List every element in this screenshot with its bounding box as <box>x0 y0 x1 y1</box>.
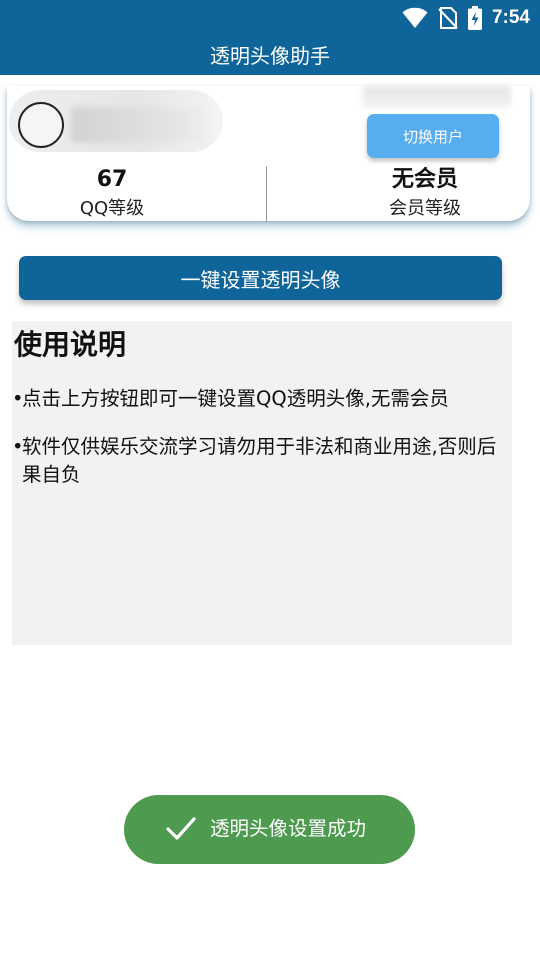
vip-level-label: 会员等级 <box>389 198 461 219</box>
username-redacted <box>71 107 207 143</box>
instruction-text: 软件仅供娱乐交流学习请勿用于非法和商业用途,否则后果自负 <box>22 435 497 486</box>
no-sim-icon <box>438 7 458 29</box>
wifi-icon <box>402 7 428 29</box>
set-transparent-avatar-button[interactable]: 一键设置透明头像 <box>19 256 502 300</box>
bullet-dot: • <box>12 435 24 458</box>
qq-level-value: 67 <box>96 167 128 192</box>
instructions-title: 使用说明 <box>14 328 127 361</box>
app-title: 透明头像助手 <box>210 44 330 68</box>
qq-level-label: QQ等级 <box>79 198 145 219</box>
status-icons: 7:54 <box>402 5 530 31</box>
instructions-panel: 使用说明 • 点击上方按钮即可一键设置QQ透明头像,无需会员 • 软件仅供娱乐交… <box>12 321 512 645</box>
status-time: 7:54 <box>491 7 530 28</box>
status-bar: 7:54 <box>0 0 540 36</box>
user-info-pill[interactable] <box>9 90 223 152</box>
instruction-item: • 点击上方按钮即可一键设置QQ透明头像,无需会员 <box>12 385 512 413</box>
vip-level-stat: 无会员 会员等级 <box>325 164 525 222</box>
stat-divider <box>266 166 267 222</box>
vip-level-value: 无会员 <box>391 167 458 192</box>
qq-level-stat: 67 QQ等级 <box>12 164 212 222</box>
profile-card: 切换用户 67 QQ等级 无会员 会员等级 <box>7 86 530 222</box>
toast-message: 透明头像设置成功 <box>210 817 367 840</box>
battery-charging-icon <box>467 6 482 30</box>
success-toast: 透明头像设置成功 <box>124 795 415 864</box>
instruction-item: • 软件仅供娱乐交流学习请勿用于非法和商业用途,否则后果自负 <box>12 433 512 489</box>
app-header: 7:54 透明头像助手 <box>0 0 540 75</box>
instruction-text: 点击上方按钮即可一键设置QQ透明头像,无需会员 <box>22 387 449 410</box>
bullet-dot: • <box>12 387 24 410</box>
switch-user-button[interactable]: 切换用户 <box>367 114 499 158</box>
avatar[interactable] <box>18 102 64 148</box>
account-redacted <box>363 86 511 108</box>
check-icon <box>166 817 196 840</box>
